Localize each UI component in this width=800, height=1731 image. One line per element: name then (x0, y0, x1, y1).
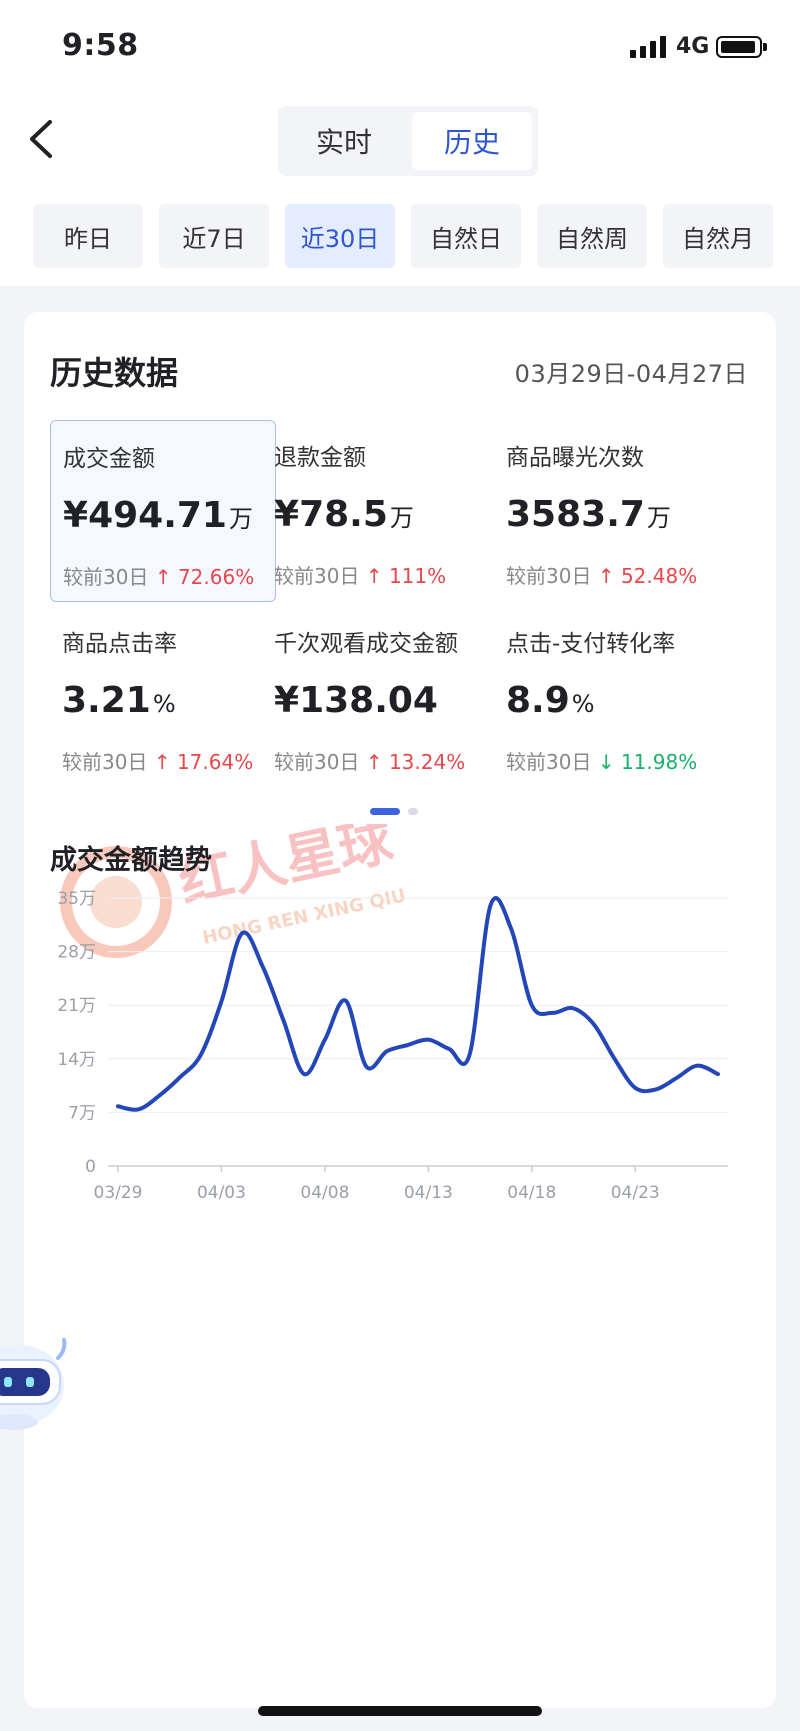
signal-icon (630, 36, 668, 58)
time-range-selector: 昨日 近7日 近30日 自然日 自然周 自然月 (33, 204, 773, 268)
y-tick-label: 28万 (57, 943, 96, 963)
robot-icon (0, 1338, 67, 1430)
metric-exposure[interactable]: 商品曝光次数 3583.7万 较前30日 ↑ 52.48% (494, 420, 720, 602)
metric-label: 退款金额 (274, 445, 366, 471)
battery-icon (716, 36, 767, 58)
range-30-days[interactable]: 近30日 (285, 204, 395, 268)
arrow-up-icon: ↑ (365, 564, 383, 588)
metric-label: 商品点击率 (62, 631, 177, 657)
assistant-robot-button[interactable] (0, 1330, 68, 1440)
x-tick-label: 04/13 (404, 1183, 453, 1202)
back-button[interactable] (22, 114, 66, 164)
metric-value: 3.21% (62, 680, 176, 721)
x-tick-label: 03/29 (94, 1183, 143, 1202)
arrow-up-icon: ↑ (597, 564, 615, 588)
arrow-up-icon: ↑ (365, 750, 383, 774)
metric-value: 8.9% (506, 680, 595, 721)
metric-conversion[interactable]: 点击-支付转化率 8.9% 较前30日 ↓ 11.98% (494, 606, 720, 788)
x-tick-label: 04/18 (507, 1183, 556, 1202)
metric-label: 点击-支付转化率 (506, 631, 676, 657)
gmv-trend-chart: 0 7万 14万 21万 28万 35万 03/29 04/03 04/08 04/13 04/18… (57, 889, 728, 1202)
page-dot-active[interactable] (370, 808, 400, 815)
y-tick-label: 7万 (68, 1103, 96, 1123)
header: 实时 历史 昨日 近7日 近30日 自然日 自然周 自然月 (0, 96, 800, 286)
x-tick-label: 04/08 (300, 1183, 349, 1202)
metric-compare: 较前30日 ↑ 52.48% (506, 564, 698, 588)
chevron-left-icon (30, 120, 52, 158)
card-title: 历史数据 (50, 354, 179, 392)
metric-value: 3583.7万 (506, 494, 671, 535)
tab-realtime[interactable]: 实时 (284, 112, 404, 170)
range-natural-day[interactable]: 自然日 (411, 204, 521, 268)
page-indicator (370, 806, 430, 816)
metric-label: 成交金额 (63, 446, 155, 472)
series-line (116, 896, 720, 1112)
metric-compare: 较前30日 ↓ 11.98% (506, 750, 698, 774)
metric-ctr[interactable]: 商品点击率 3.21% 较前30日 ↑ 17.64% (50, 606, 276, 788)
metric-gpm[interactable]: 千次观看成交金额 ¥138.04 较前30日 ↑ 13.24% (262, 606, 488, 788)
metric-value: ¥494.71万 (63, 495, 253, 536)
arrow-down-icon: ↓ (597, 750, 615, 774)
metric-gmv[interactable]: 成交金额 ¥494.71万 较前30日 ↑ 72.66% (50, 420, 276, 602)
date-range: 03月29日-04月27日 (514, 360, 748, 388)
mode-switch: 实时 历史 (278, 106, 538, 176)
x-tick-label: 04/03 (197, 1183, 246, 1202)
arrow-up-icon: ↑ (154, 565, 172, 589)
status-time: 9:58 (62, 28, 139, 63)
range-yesterday[interactable]: 昨日 (33, 204, 143, 268)
x-tick-label: 04/23 (611, 1183, 660, 1202)
metric-label: 千次观看成交金额 (274, 631, 458, 657)
y-tick-label: 0 (85, 1157, 96, 1177)
history-data-card: 历史数据 03月29日-04月27日 成交金额 ¥494.71万 较前30日 ↑… (24, 312, 776, 1708)
metric-refund[interactable]: 退款金额 ¥78.5万 较前30日 ↑ 111% (262, 420, 488, 602)
page-dot[interactable] (408, 808, 418, 815)
metric-compare: 较前30日 ↑ 72.66% (63, 565, 255, 589)
status-bar: 9:58 4G (0, 0, 800, 96)
metric-compare: 较前30日 ↑ 111% (274, 564, 447, 588)
home-indicator (258, 1706, 542, 1716)
arrow-up-icon: ↑ (153, 750, 171, 774)
metric-value: ¥138.04 (274, 680, 438, 721)
metric-value: ¥78.5万 (274, 494, 414, 535)
y-tick-label: 21万 (57, 996, 96, 1016)
range-7-days[interactable]: 近7日 (159, 204, 269, 268)
range-natural-month[interactable]: 自然月 (663, 204, 773, 268)
metric-label: 商品曝光次数 (506, 445, 644, 471)
y-tick-label: 35万 (57, 889, 96, 909)
metric-compare: 较前30日 ↑ 13.24% (274, 750, 466, 774)
network-type: 4G (676, 34, 710, 59)
tab-history[interactable]: 历史 (412, 112, 532, 170)
range-natural-week[interactable]: 自然周 (537, 204, 647, 268)
metric-compare: 较前30日 ↑ 17.64% (62, 750, 254, 774)
y-tick-label: 14万 (57, 1050, 96, 1070)
